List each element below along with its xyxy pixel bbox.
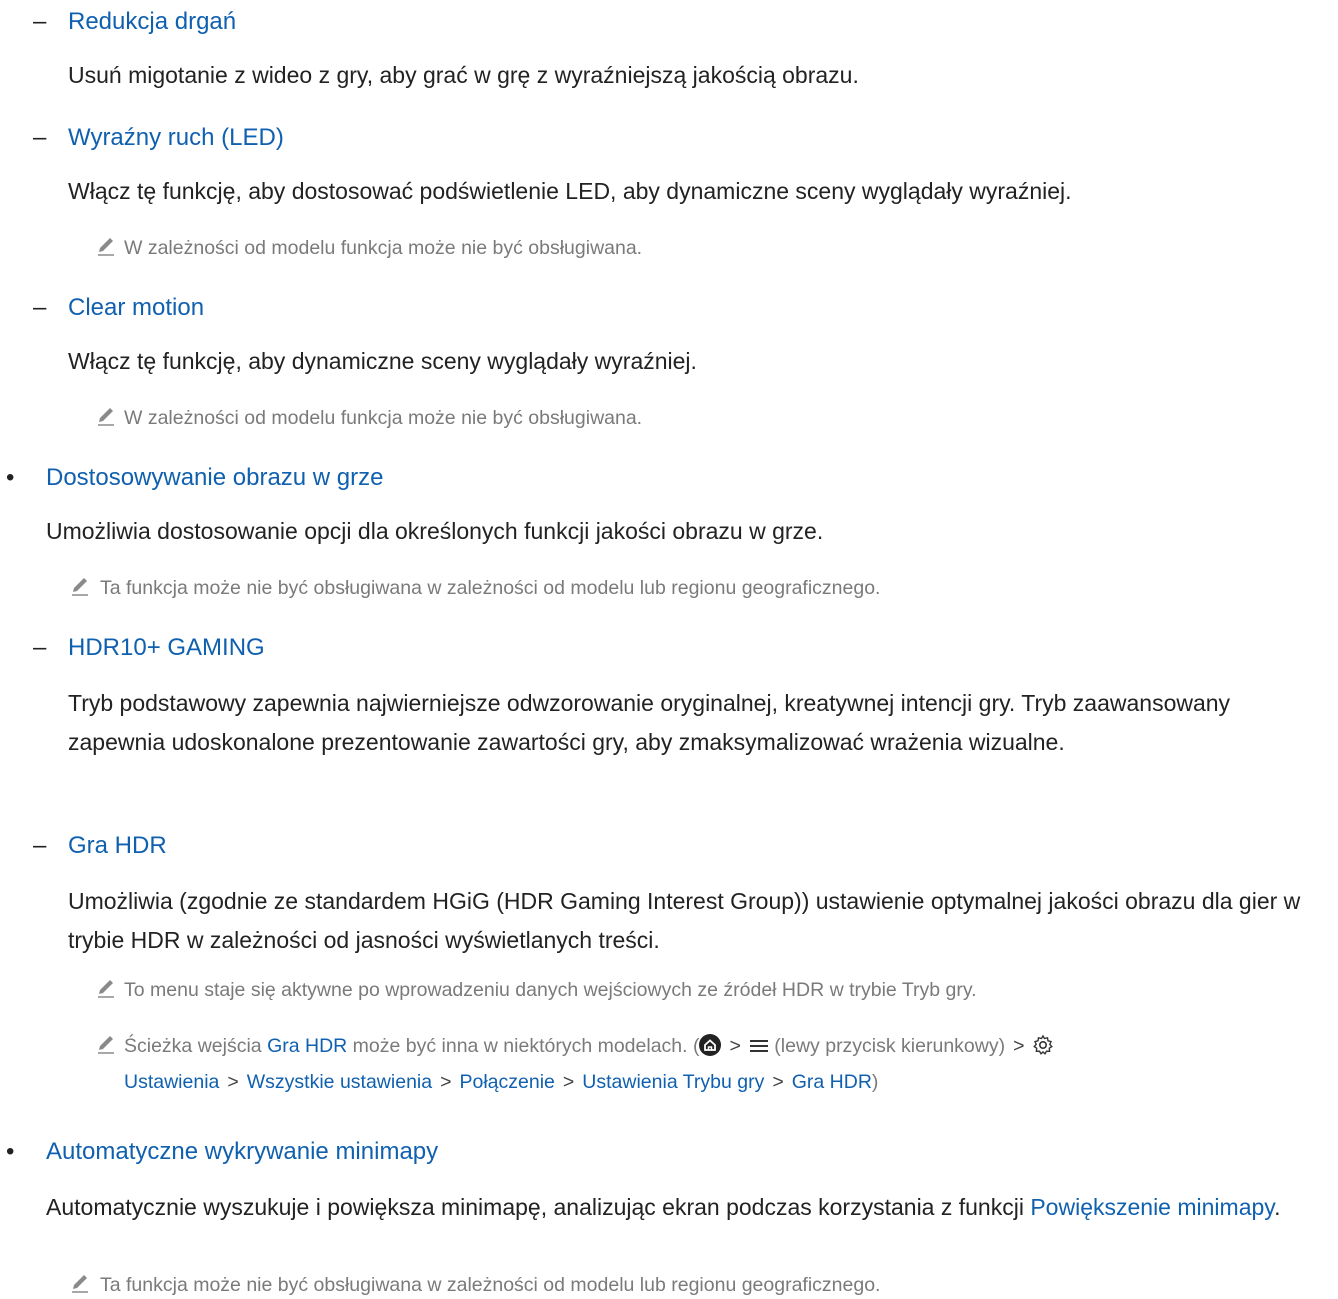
- gra-hdr-title[interactable]: Gra HDR: [68, 832, 167, 860]
- clear-led-note: W zależności od modelu funkcja może nie …: [124, 237, 643, 259]
- pencil-note-icon: [72, 578, 88, 596]
- home-icon: [699, 1034, 722, 1056]
- dash-marker: –: [33, 832, 47, 859]
- chevron-icon: >: [729, 1035, 741, 1057]
- dash-marker: –: [33, 8, 47, 35]
- gra-hdr-desc: Umożliwia (zgodnie ze standardem HGiG (H…: [68, 888, 1301, 953]
- clear-led-title[interactable]: Wyraźny ruch (LED): [68, 124, 284, 152]
- clear-led-desc: Włącz tę funkcję, aby dostosować podświe…: [68, 178, 1072, 204]
- minimap-desc-text: Automatycznie wyszukuje i powiększa mini…: [46, 1194, 1024, 1220]
- bullet-marker: •: [6, 1138, 15, 1165]
- minimap-title[interactable]: Automatyczne wykrywanie minimapy: [46, 1138, 438, 1166]
- path-connection[interactable]: Połączenie: [459, 1071, 554, 1093]
- pencil-note-icon: [98, 1036, 114, 1054]
- game-picture-desc: Umożliwia dostosowanie opcji dla określo…: [46, 518, 824, 544]
- minimap-note: Ta funkcja może nie być obsługiwana w za…: [100, 1274, 881, 1296]
- minimap-desc-end: .: [1274, 1194, 1281, 1220]
- gra-hdr-note1: To menu staje się aktywne po wprowadzeni…: [124, 979, 977, 1001]
- chevron-icon: >: [440, 1071, 452, 1093]
- pencil-note-icon: [98, 238, 114, 256]
- chevron-icon: >: [1013, 1035, 1025, 1057]
- dash-marker: –: [33, 634, 47, 661]
- dash-marker: –: [33, 294, 47, 321]
- note2-prefix: Ścieżka wejścia: [124, 1035, 262, 1057]
- reduction-desc: Usuń migotanie z wideo z gry, aby grać w…: [68, 62, 859, 88]
- chevron-icon: >: [562, 1071, 575, 1093]
- close-paren: ): [871, 1071, 879, 1093]
- gra-hdr-note2: Ścieżka wejścia Gra HDR może być inna w …: [124, 1028, 1324, 1100]
- path-settings[interactable]: Ustawienia: [124, 1071, 219, 1093]
- bullet-marker: •: [6, 464, 15, 491]
- clear-motion-title[interactable]: Clear motion: [68, 294, 204, 322]
- path-all-settings[interactable]: Wszystkie ustawienia: [247, 1071, 432, 1093]
- note2-link[interactable]: Gra HDR: [267, 1035, 347, 1057]
- minimap-zoom-link[interactable]: Powiększenie minimapy: [1030, 1194, 1274, 1220]
- note2-menu-label: (lewy przycisk kierunkowy): [774, 1035, 1006, 1057]
- chevron-icon: >: [772, 1071, 784, 1093]
- gear-icon: [1033, 1034, 1054, 1055]
- game-picture-title[interactable]: Dostosowywanie obrazu w grze: [46, 464, 384, 492]
- path-game-mode-settings[interactable]: Ustawienia Trybu gry: [582, 1071, 764, 1093]
- reduction-title[interactable]: Redukcja drgań: [68, 8, 236, 36]
- menu-icon: [749, 1040, 768, 1052]
- chevron-icon: >: [227, 1071, 239, 1093]
- path-gra-hdr[interactable]: Gra HDR: [792, 1071, 872, 1093]
- game-picture-note: Ta funkcja może nie być obsługiwana w za…: [100, 577, 881, 599]
- dash-marker: –: [33, 124, 47, 151]
- clear-motion-desc: Włącz tę funkcję, aby dynamiczne sceny w…: [68, 348, 697, 374]
- pencil-note-icon: [72, 1275, 88, 1293]
- clear-motion-note: W zależności od modelu funkcja może nie …: [124, 407, 643, 429]
- minimap-desc: Automatycznie wyszukuje i powiększa mini…: [46, 1188, 1336, 1227]
- pencil-note-icon: [98, 408, 114, 426]
- pencil-note-icon: [98, 980, 114, 998]
- hdr10-title[interactable]: HDR10+ GAMING: [68, 634, 265, 662]
- note2-mid: może być inna w niektórych modelach. (: [352, 1035, 700, 1057]
- hdr10-desc: Tryb podstawowy zapewnia najwierniejsze …: [68, 690, 1231, 755]
